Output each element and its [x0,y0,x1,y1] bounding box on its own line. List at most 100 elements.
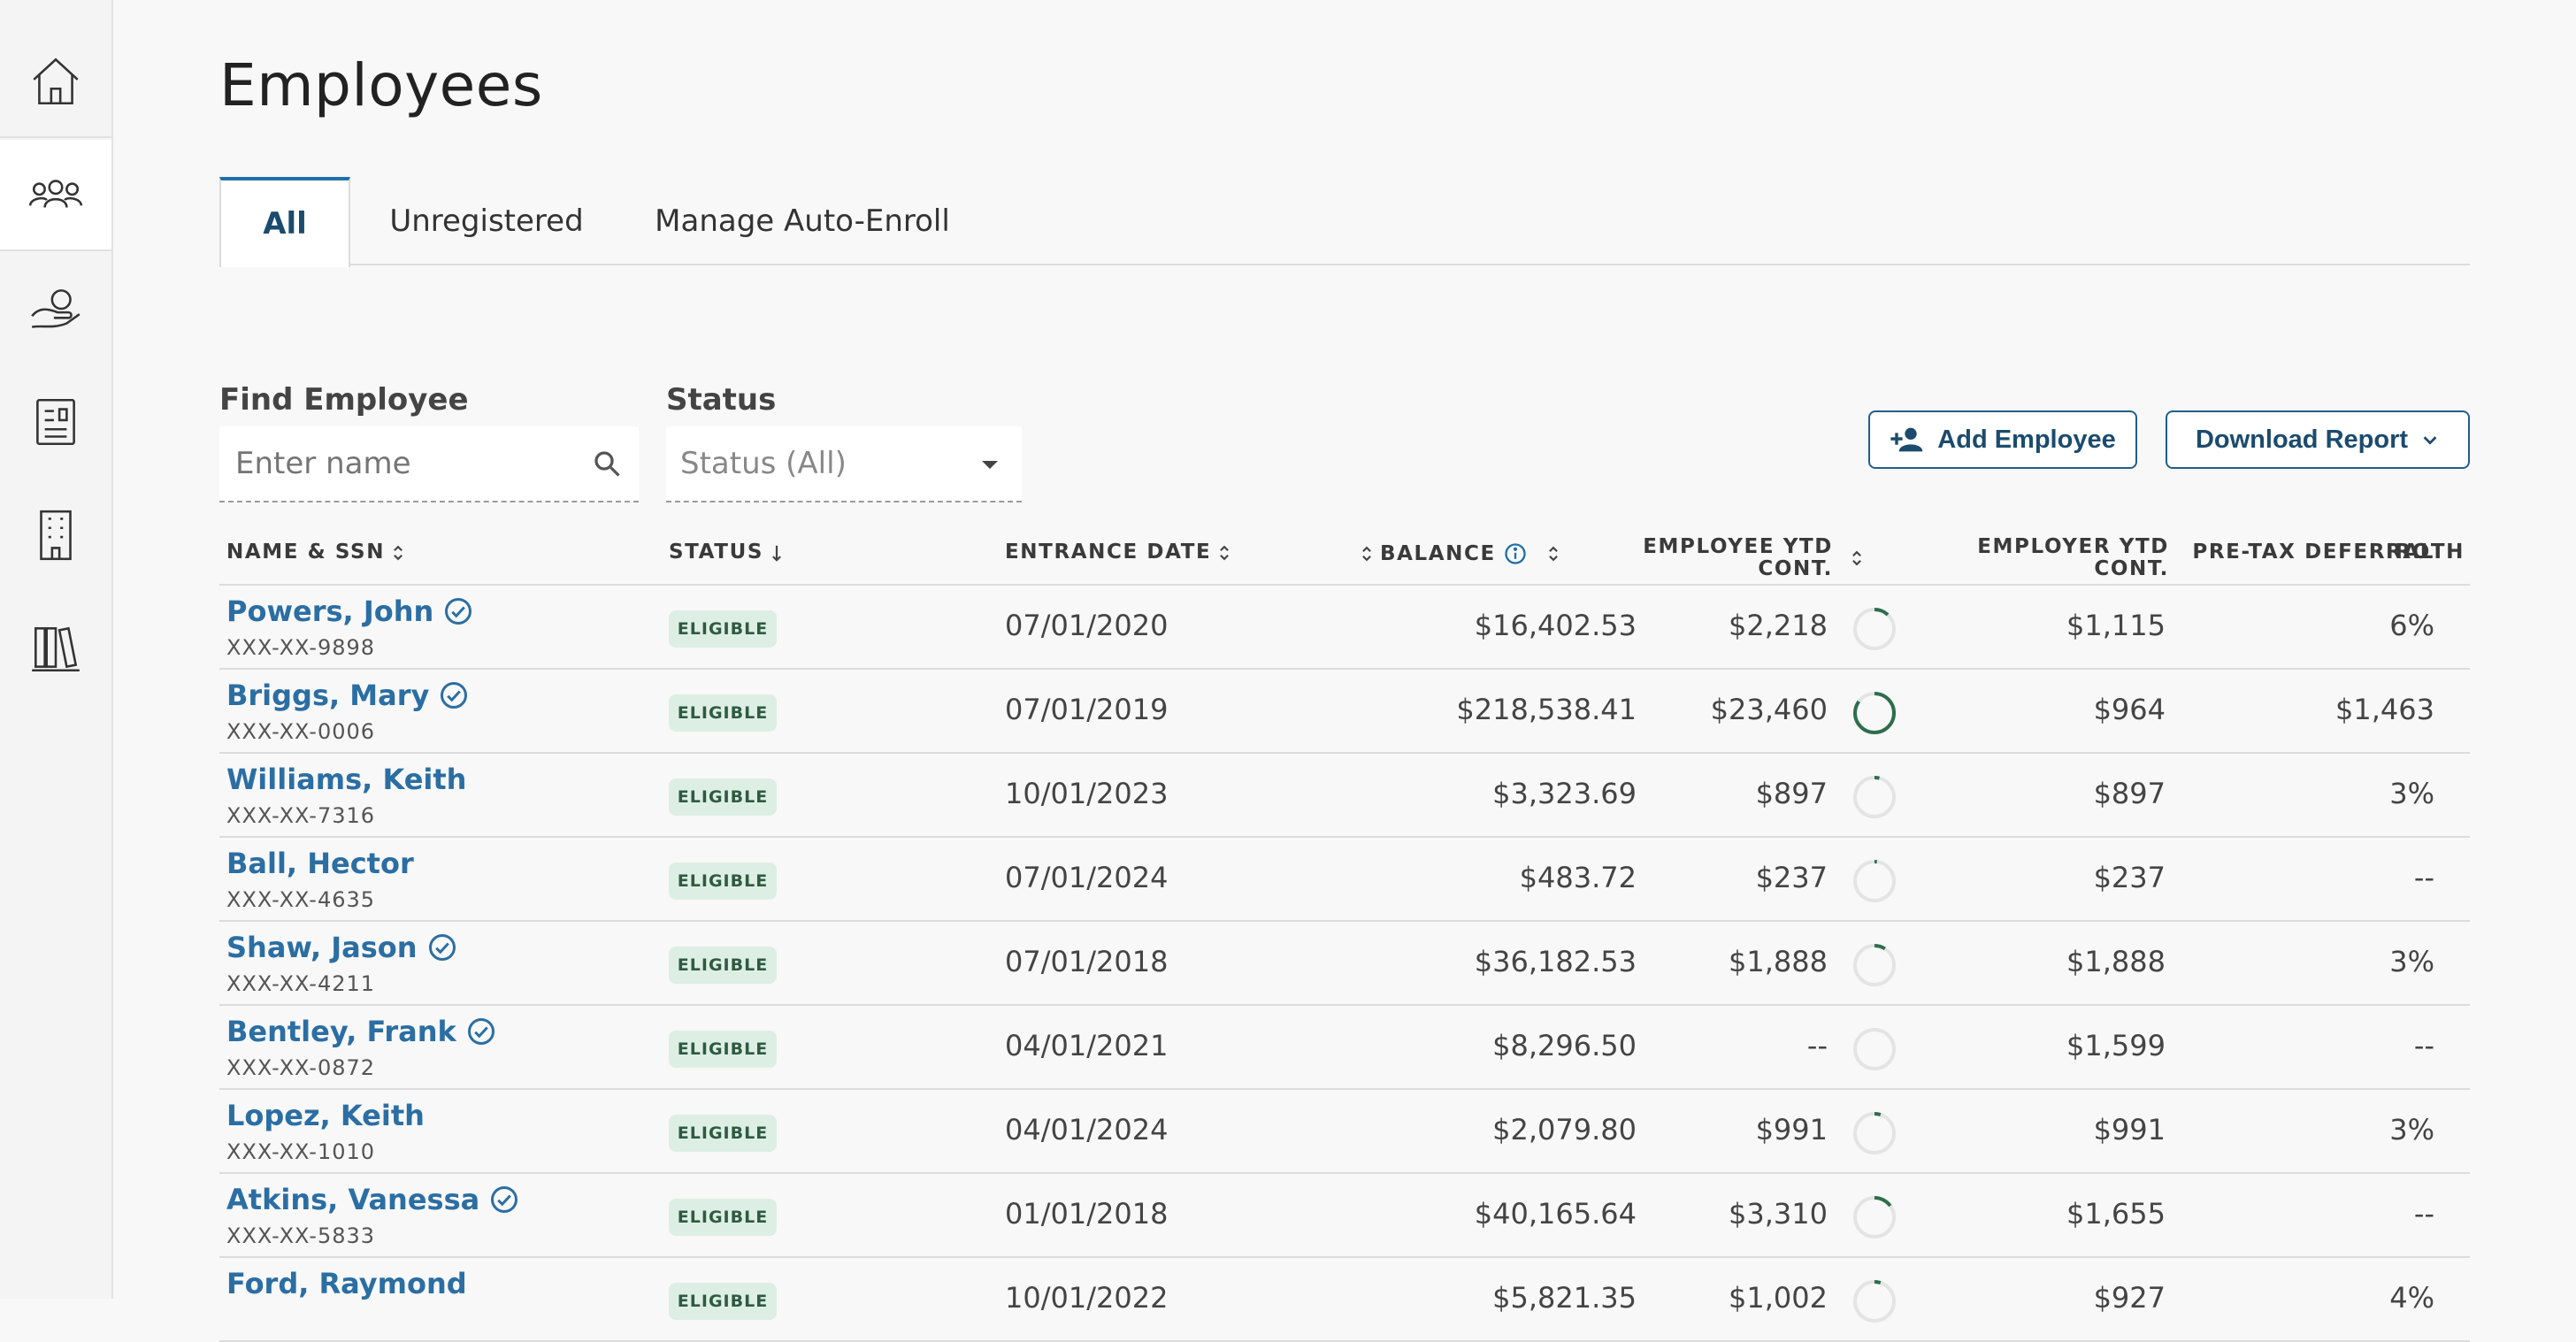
col-employer-ytd: EMPLOYER YTD CONT. [1977,535,2169,580]
tab-all[interactable]: All [219,177,350,267]
side-nav [0,0,113,1299]
employee-ssn: XXX-XX-4635 [226,887,376,912]
table-body: Powers, John XXX-XX-9898 ELIGIBLE 07/01/… [219,586,2470,1342]
entrance-date: 04/01/2024 [1005,1113,1169,1146]
pretax-deferral-value: 3% [2389,1113,2434,1146]
employee-ssn: XXX-XX-7316 [226,803,376,828]
employee-ssn: XXX-XX-1010 [226,1139,376,1164]
employee-ssn: XXX-XX-5833 [226,1223,376,1248]
info-icon[interactable] [1503,541,1528,566]
nav-company[interactable] [0,479,111,591]
table-row: Briggs, Mary XXX-XX-0006 ELIGIBLE 07/01/… [219,670,2470,754]
find-employee-field[interactable] [219,426,639,502]
status-select[interactable]: Status (All) [666,426,1022,502]
employer-ytd-value: $927 [2093,1281,2166,1315]
verified-check-icon [441,682,468,709]
caret-down-icon [982,461,998,469]
nav-employees[interactable] [0,140,111,251]
tab-manage-auto-enroll[interactable]: Manage Auto-Enroll [628,177,977,265]
table-row: Atkins, Vanessa XXX-XX-5833 ELIGIBLE 01/… [219,1174,2470,1258]
employer-ytd-value: $964 [2093,693,2166,726]
download-report-label: Download Report [2195,425,2409,454]
find-employee-label: Find Employee [219,382,469,418]
tab-bar: All Unregistered Manage Auto-Enroll [219,177,2470,267]
employee-name-link[interactable]: Ford, Raymond [226,1267,467,1300]
employee-ytd-value: -- [1806,1029,1828,1062]
nav-library[interactable] [0,593,111,704]
pretax-deferral-value: -- [2413,861,2434,894]
contribution-progress-ring [1853,860,1896,902]
contribution-progress-ring [1853,692,1896,734]
employee-name: Ford, Raymond [226,1267,467,1300]
employer-ytd-value: $897 [2093,777,2166,810]
document-icon [36,398,75,446]
employee-name: Lopez, Keith [226,1099,425,1132]
pretax-deferral-value: -- [2413,1029,2434,1062]
employees-table: NAME & SSN STATUS ENTRANCE DATE BALANCE … [219,522,2470,1342]
employee-ytd-value: $3,310 [1729,1197,1828,1231]
nav-reports[interactable] [0,366,111,478]
pretax-deferral-value: 3% [2389,777,2434,810]
nav-contributions[interactable] [0,253,111,364]
employer-ytd-value: $1,655 [2066,1197,2166,1231]
employee-name-link[interactable]: Shaw, Jason [226,931,458,964]
download-report-button[interactable]: Download Report [2166,410,2470,469]
employee-name-link[interactable]: Briggs, Mary [226,679,470,712]
employee-name-link[interactable]: Powers, John [226,594,474,628]
employee-ytd-value: $2,218 [1729,609,1828,642]
employee-name-link[interactable]: Atkins, Vanessa [226,1183,520,1216]
contribution-progress-ring [1853,1196,1896,1238]
table-header: NAME & SSN STATUS ENTRANCE DATE BALANCE … [219,522,2470,586]
table-row: Ford, Raymond ELIGIBLE 10/01/2022 $5,821… [219,1258,2470,1342]
status-badge: ELIGIBLE [669,947,777,984]
employer-ytd-value: $237 [2093,861,2166,894]
pretax-deferral-value: 4% [2389,1281,2434,1315]
add-person-icon [1890,427,1923,452]
verified-check-icon [428,934,456,961]
home-icon [33,58,79,105]
status-label: Status [666,382,777,418]
col-name[interactable]: NAME & SSN [226,541,404,564]
balance-value: $2,079.80 [1492,1113,1637,1146]
hand-coin-icon [31,289,80,328]
employee-name: Bentley, Frank [226,1015,456,1048]
add-employee-button[interactable]: Add Employee [1868,410,2137,469]
status-badge: ELIGIBLE [669,1199,777,1236]
employee-name-link[interactable]: Bentley, Frank [226,1015,497,1048]
employee-ytd-value: $897 [1755,777,1828,810]
balance-value: $8,296.50 [1492,1029,1637,1062]
employee-name: Atkins, Vanessa [226,1183,480,1216]
employee-ytd-value: $991 [1755,1113,1828,1146]
search-icon[interactable] [591,448,623,479]
nav-home[interactable] [0,27,111,138]
employee-ytd-value: $1,002 [1729,1281,1828,1315]
sort-icon [1362,546,1371,562]
employee-name-link[interactable]: Williams, Keith [226,763,466,796]
employer-ytd-value: $1,599 [2066,1029,2166,1062]
balance-value: $40,165.64 [1474,1197,1637,1231]
employee-ssn: XXX-XX-9898 [226,635,376,660]
employee-name-link[interactable]: Ball, Hector [226,847,414,880]
entrance-date: 07/01/2019 [1005,693,1169,726]
sort-desc-icon [772,545,781,562]
employee-ytd-value: $23,460 [1710,693,1828,726]
tab-unregistered[interactable]: Unregistered [350,177,623,265]
people-icon [28,180,83,208]
col-entrance-date[interactable]: ENTRANCE DATE [1005,541,1230,564]
status-badge: ELIGIBLE [669,863,777,900]
search-input[interactable] [234,445,570,482]
status-badge: ELIGIBLE [669,1031,777,1068]
employee-name: Shaw, Jason [226,931,418,964]
col-status[interactable]: STATUS [669,541,783,564]
employee-ytd-value: $1,888 [1729,945,1828,978]
pretax-deferral-value: $1,463 [2335,693,2434,726]
col-employee-ytd[interactable]: EMPLOYEE YTD CONT. [1589,536,1863,580]
balance-value: $5,821.35 [1492,1281,1637,1315]
employee-name-link[interactable]: Lopez, Keith [226,1099,425,1132]
entrance-date: 07/01/2024 [1005,861,1169,894]
col-balance[interactable]: BALANCE [1361,541,1560,566]
main-content: Employees All Unregistered Manage Auto-E… [113,0,2576,1342]
employee-ssn: XXX-XX-0006 [226,719,376,744]
entrance-date: 10/01/2023 [1005,777,1169,810]
employee-name: Powers, John [226,594,434,628]
